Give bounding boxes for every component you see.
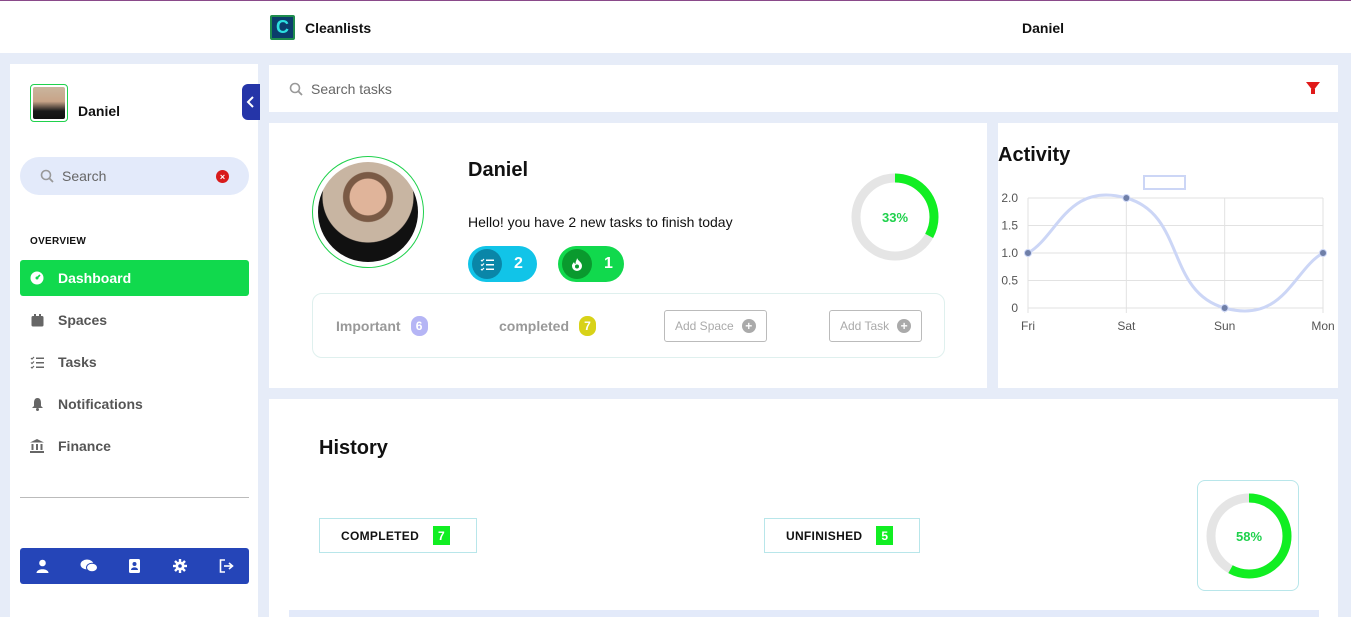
clear-search-icon[interactable]: × <box>216 170 229 183</box>
history-title: History <box>319 437 388 459</box>
plus-icon: + <box>897 319 912 333</box>
sidebar-item-notifications[interactable]: Notifications <box>20 386 249 422</box>
y-tick-label: 0 <box>1011 301 1018 315</box>
new-tasks-count: 2 <box>514 255 523 272</box>
activity-title: Activity <box>998 144 1071 166</box>
bank-icon <box>30 439 44 453</box>
sidebar-item-label: Dashboard <box>58 270 132 286</box>
dashboard-icon <box>30 271 44 285</box>
settings-icon[interactable] <box>170 559 190 573</box>
data-point[interactable] <box>1024 249 1032 257</box>
add-task-label: Add Task <box>840 319 890 333</box>
profile-message: Hello! you have 2 new tasks to finish to… <box>468 214 733 230</box>
sidebar-item-spaces[interactable]: Spaces <box>20 302 249 338</box>
sidebar: Daniel Search × OVERVIEW Dashboard Space… <box>10 64 260 617</box>
add-space-label: Add Space <box>675 319 734 333</box>
top-user-name[interactable]: Daniel <box>1022 20 1064 36</box>
app-name: Cleanlists <box>305 19 372 36</box>
history-completed[interactable]: COMPLETED 7 <box>319 518 477 553</box>
collapse-sidebar-button[interactable] <box>242 84 260 120</box>
profile-card: Daniel Hello! you have 2 new tasks to fi… <box>269 123 987 388</box>
history-completed-count: 7 <box>433 526 451 545</box>
history-progress-box: 58% <box>1197 480 1299 591</box>
streak-count: 1 <box>604 255 613 272</box>
data-point[interactable] <box>1220 304 1229 312</box>
top-bar: C Cleanlists Daniel <box>0 0 1351 53</box>
history-unfinished[interactable]: UNFINISHED 5 <box>764 518 920 553</box>
data-point[interactable] <box>1319 249 1327 257</box>
search-icon <box>40 169 54 183</box>
plus-icon: + <box>741 319 756 333</box>
important-label: Important <box>336 318 401 334</box>
sidebar-item-label: Finance <box>58 438 111 454</box>
fire-icon <box>562 249 592 279</box>
profile-name: Daniel <box>468 159 529 181</box>
data-point[interactable] <box>1122 194 1131 202</box>
task-search-input[interactable]: Search tasks <box>269 65 1338 112</box>
x-tick-label: Sun <box>1214 319 1235 333</box>
sidebar-item-tasks[interactable]: Tasks <box>20 344 249 380</box>
completed-stat[interactable]: completed 7 <box>499 316 597 336</box>
avatar[interactable] <box>30 84 68 122</box>
y-tick-label: 1.5 <box>1001 219 1018 233</box>
task-stats-box: Important 6 completed 7 Add Space + Add … <box>312 293 945 358</box>
user-icon[interactable] <box>33 559 53 573</box>
y-tick-label: 0.5 <box>1001 274 1018 288</box>
tasks-list-icon <box>30 355 44 369</box>
sidebar-item-finance[interactable]: Finance <box>20 428 249 464</box>
y-tick-label: 2.0 <box>1001 191 1018 205</box>
streak-pill[interactable]: 1 <box>558 246 624 282</box>
activity-chart: 0 0.5 1.0 1.5 2.0 Fri Sat Sun Mon <box>1001 175 1335 333</box>
tasks-list-icon <box>472 249 502 279</box>
history-list-header <box>289 610 1319 617</box>
sidebar-search-input[interactable]: Search × <box>20 157 249 195</box>
sidebar-item-label: Spaces <box>58 312 108 328</box>
x-tick-label: Sat <box>1117 319 1136 333</box>
history-progress-ring: 58% <box>1206 493 1292 579</box>
history-card: History COMPLETED 7 UNFINISHED 5 58% <box>269 399 1338 617</box>
sidebar-divider <box>20 497 249 498</box>
brand[interactable]: C Cleanlists <box>270 15 371 40</box>
completed-count-badge: 7 <box>579 316 597 336</box>
new-tasks-pill[interactable]: 2 <box>468 246 537 282</box>
bell-icon <box>30 397 44 411</box>
filter-icon[interactable] <box>1306 82 1320 94</box>
history-completed-label: COMPLETED <box>341 528 420 543</box>
history-unfinished-label: UNFINISHED <box>786 528 863 543</box>
add-space-button[interactable]: Add Space + <box>664 310 767 342</box>
y-tick-label: 1.0 <box>1001 246 1018 260</box>
history-progress-label: 58% <box>1235 529 1263 544</box>
history-unfinished-count: 5 <box>876 526 894 545</box>
important-stat[interactable]: Important 6 <box>336 316 428 336</box>
sidebar-item-label: Notifications <box>58 396 143 412</box>
add-task-button[interactable]: Add Task + <box>829 310 923 342</box>
sidebar-bottom-toolbar <box>20 548 249 584</box>
section-label: OVERVIEW <box>30 236 87 247</box>
chevron-left-icon <box>246 96 254 108</box>
profile-avatar <box>312 156 424 268</box>
contacts-icon[interactable] <box>124 559 144 573</box>
chart-legend-placeholder <box>1143 175 1186 190</box>
chat-icon[interactable] <box>79 559 99 573</box>
sidebar-item-label: Tasks <box>58 354 97 370</box>
calendar-icon <box>30 313 44 327</box>
activity-card: Activity 0 0.5 1.0 1.5 2.0 Fri Sat Sun Mon <box>998 123 1338 388</box>
important-count-badge: 6 <box>410 316 428 336</box>
x-tick-label: Fri <box>1021 319 1035 333</box>
search-icon <box>289 82 303 96</box>
logout-icon[interactable] <box>216 559 236 573</box>
daily-progress-label: 33% <box>881 210 909 225</box>
x-tick-label: Mon <box>1311 319 1334 333</box>
sidebar-search-placeholder: Search <box>62 168 107 184</box>
app-logo-icon: C <box>270 15 295 40</box>
sidebar-item-dashboard[interactable]: Dashboard <box>20 260 249 296</box>
completed-label: completed <box>499 318 570 334</box>
sidebar-user-name: Daniel <box>78 103 121 119</box>
task-search-placeholder: Search tasks <box>311 80 392 97</box>
daily-progress-ring: 33% <box>851 173 939 261</box>
